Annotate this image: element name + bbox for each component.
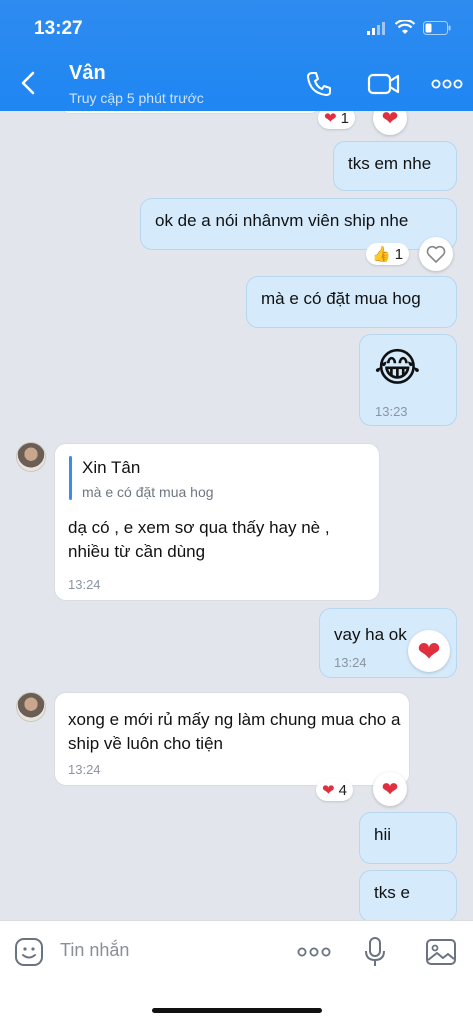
more-dots-icon <box>297 947 331 957</box>
message-text: vay ha ok <box>334 625 407 644</box>
heart-icon: ❤ <box>417 635 441 667</box>
message-bubble-outgoing[interactable]: 😂 13:23 <box>359 334 457 426</box>
message-bubble-outgoing[interactable]: tks e <box>359 870 457 922</box>
gallery-button[interactable] <box>424 935 458 969</box>
sticker-button[interactable] <box>12 935 46 969</box>
avatar[interactable] <box>16 692 46 722</box>
reaction-count: 4 <box>338 781 347 799</box>
quote-text: mà e có đặt mua hog <box>82 484 214 500</box>
message-bubble-outgoing[interactable]: ok de a nói nhânvm viên ship nhe <box>140 198 457 250</box>
contact-name[interactable]: Vân <box>69 62 106 85</box>
microphone-icon <box>365 937 385 966</box>
voice-button[interactable] <box>358 935 392 969</box>
message-time: 13:23 <box>375 404 408 419</box>
laughing-emoji: 😂 <box>374 346 421 390</box>
status-time: 13:27 <box>34 18 83 39</box>
home-indicator[interactable] <box>152 1008 322 1013</box>
heart-icon: ❤ <box>324 110 337 127</box>
image-icon <box>426 939 456 965</box>
reaction-summary[interactable]: ❤ 4 <box>316 779 353 801</box>
message-text: hii <box>374 825 392 844</box>
avatar[interactable] <box>16 442 46 472</box>
battery-icon <box>423 20 451 35</box>
message-time: 13:24 <box>334 655 367 670</box>
call-button[interactable] <box>303 68 335 100</box>
message-text: tks em nhe <box>348 154 432 173</box>
chevron-left-icon <box>21 71 35 95</box>
quote-author: Xin Tân <box>82 458 141 477</box>
heart-outline-icon <box>426 245 446 263</box>
more-button[interactable] <box>296 935 332 969</box>
message-input[interactable]: Tin nhắn <box>60 940 129 961</box>
message-text: xong e mới rủ mấy ng làm chung mua cho a… <box>68 710 401 753</box>
heart-icon: ❤ <box>322 782 335 799</box>
message-bubble-outgoing[interactable]: tks em nhe <box>333 141 457 191</box>
more-dots-icon <box>431 79 463 89</box>
more-options-button[interactable] <box>430 68 464 100</box>
video-camera-icon <box>367 73 400 95</box>
signal-icon <box>367 21 385 35</box>
heart-icon: ❤ <box>381 778 399 801</box>
sticker-icon <box>15 938 43 966</box>
quote-bar <box>69 456 72 500</box>
message-time: 13:24 <box>68 577 101 592</box>
chat-header: 13:27 Vân Truy cập 5 phút trước <box>0 0 473 111</box>
message-text: ok de a nói nhânvm viên ship nhe <box>155 211 409 230</box>
thumbs-up-icon: 👍 <box>372 246 391 263</box>
wifi-icon <box>395 20 415 34</box>
reaction-summary[interactable]: 👍 1 <box>366 243 410 265</box>
message-text: tks e <box>374 883 410 902</box>
reaction-count: 1 <box>394 245 404 263</box>
react-button[interactable] <box>419 237 453 271</box>
status-icons <box>367 20 451 35</box>
message-time: 13:24 <box>68 762 101 777</box>
video-call-button[interactable] <box>366 68 402 100</box>
back-button[interactable] <box>14 66 42 100</box>
reaction-count: 1 <box>340 109 349 127</box>
react-button[interactable]: ❤ <box>408 630 450 672</box>
react-button[interactable]: ❤ <box>373 772 407 806</box>
message-bubble-incoming[interactable]: xong e mới rủ mấy ng làm chung mua cho a… <box>54 692 410 786</box>
message-bubble-incoming[interactable]: Xin Tân mà e có đặt mua hog dạ có , e xe… <box>54 443 380 601</box>
phone-icon <box>307 72 331 96</box>
message-bubble-outgoing[interactable]: mà e có đặt mua hog <box>246 276 457 328</box>
message-text: mà e có đặt mua hog <box>261 289 421 308</box>
message-text: dạ có , e xem sơ qua thấy hay nè , nhiều… <box>68 518 330 561</box>
last-seen: Truy cập 5 phút trước <box>69 90 204 106</box>
message-bubble-outgoing[interactable]: hii <box>359 812 457 864</box>
